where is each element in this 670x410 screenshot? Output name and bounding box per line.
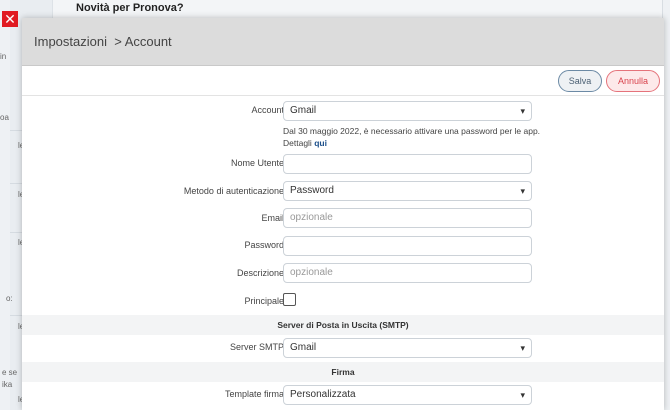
description-placeholder: opzionale xyxy=(290,267,333,278)
chevron-down-icon: ▾ xyxy=(520,390,525,400)
chevron-down-icon: ▾ xyxy=(520,343,525,353)
signature-template-select[interactable]: Personalizzata ▾ xyxy=(283,385,532,405)
background-fragment: o: xyxy=(6,294,13,303)
close-x-icon[interactable]: ✕ xyxy=(2,11,18,27)
username-label: Nome Utente xyxy=(230,158,284,168)
background-fragment: ika xyxy=(2,380,13,389)
chevron-down-icon: ▾ xyxy=(520,186,525,196)
breadcrumb: Impostazioni > Account xyxy=(34,34,172,49)
auth-method-value: Password xyxy=(290,185,334,196)
description-label: Descrizione xyxy=(236,268,284,278)
background-fragment: oa xyxy=(0,113,9,122)
email-input[interactable]: opzionale xyxy=(283,208,532,228)
modal-toolbar: Salva Annulla xyxy=(22,66,664,96)
modal-header: Impostazioni > Account xyxy=(22,18,664,66)
chevron-down-icon: ▾ xyxy=(520,106,525,116)
smtp-section-header: Server di Posta in Uscita (SMTP) xyxy=(22,315,664,335)
signature-template-label: Template firma xyxy=(224,389,284,399)
username-input[interactable] xyxy=(283,154,532,174)
cancel-button[interactable]: Annulla xyxy=(606,70,660,92)
signature-template-value: Personalizzata xyxy=(290,389,356,400)
save-button[interactable]: Salva xyxy=(558,70,602,92)
primary-checkbox[interactable] xyxy=(283,293,296,306)
app-password-note: Dal 30 maggio 2022, è necessario attivar… xyxy=(283,125,543,149)
details-link[interactable]: qui xyxy=(314,138,327,148)
account-label: Account xyxy=(251,105,284,115)
password-label: Password xyxy=(244,240,284,250)
smtp-server-label: Server SMTP xyxy=(229,342,284,352)
background-title: Novità per Pronova? xyxy=(76,2,184,14)
account-select-value: Gmail xyxy=(290,105,317,116)
auth-method-select[interactable]: Password ▾ xyxy=(283,181,532,201)
auth-method-label: Metodo di autenticazione xyxy=(183,186,284,196)
primary-label: Principale xyxy=(244,296,284,306)
smtp-server-value: Gmail xyxy=(290,342,317,353)
background-fragment: in xyxy=(0,52,7,61)
password-input[interactable] xyxy=(283,236,532,256)
email-placeholder: opzionale xyxy=(290,212,333,223)
background-fragment: e se xyxy=(2,368,18,377)
signature-section-header: Firma xyxy=(22,362,664,382)
account-select[interactable]: Gmail ▾ xyxy=(283,101,532,121)
email-label: Email xyxy=(261,213,284,223)
settings-modal: Impostazioni > Account Salva Annulla Acc… xyxy=(22,18,664,410)
description-input[interactable]: opzionale xyxy=(283,263,532,283)
smtp-server-select[interactable]: Gmail ▾ xyxy=(283,338,532,358)
